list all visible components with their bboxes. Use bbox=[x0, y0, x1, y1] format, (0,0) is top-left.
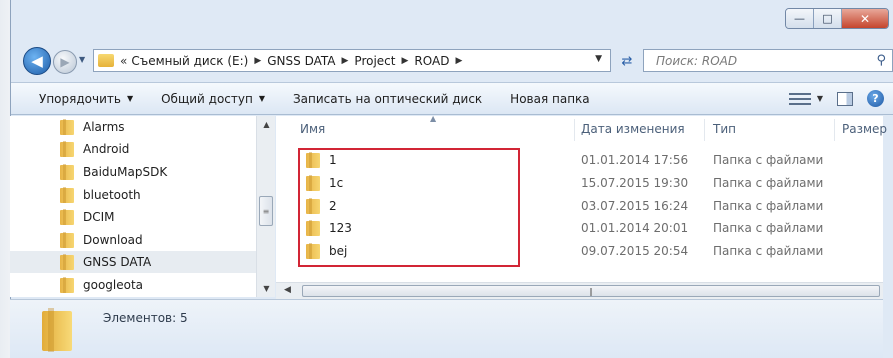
file-type: Папка с файлами bbox=[713, 199, 824, 213]
minimize-button[interactable]: — bbox=[786, 9, 814, 28]
view-details-icon[interactable] bbox=[788, 91, 811, 107]
folder-icon bbox=[60, 277, 74, 293]
scroll-down-icon[interactable]: ▼ bbox=[257, 280, 276, 297]
share-label: Общий доступ bbox=[161, 91, 253, 106]
address-row: ◀ ▶ ▼ « Съемный диск (E:) ▶ GNSS DATA ▶ … bbox=[11, 44, 893, 78]
help-icon[interactable]: ? bbox=[867, 90, 884, 107]
file-type: Папка с файлами bbox=[713, 221, 824, 235]
navigation-pane: Alarms Android BaiduMapSDK bluetooth DCI… bbox=[10, 116, 263, 297]
refresh-icon: ⇄ bbox=[621, 53, 633, 69]
scroll-up-icon[interactable]: ▲ bbox=[257, 116, 276, 133]
maximize-button[interactable]: □ bbox=[814, 9, 842, 28]
chevron-down-icon: ▼ bbox=[258, 94, 265, 103]
nav-item-bluetooth[interactable]: bluetooth bbox=[10, 184, 263, 206]
forward-button[interactable]: ▶ bbox=[53, 50, 77, 74]
column-header-type[interactable]: Тип bbox=[713, 116, 736, 142]
breadcrumb-separator[interactable]: ▶ bbox=[342, 56, 349, 66]
share-menu-button[interactable]: Общий доступ ▼ bbox=[161, 92, 265, 106]
breadcrumb-road[interactable]: ROAD bbox=[414, 54, 449, 68]
arrow-right-icon: ▶ bbox=[60, 55, 70, 69]
search-box[interactable]: ⚲ bbox=[643, 49, 893, 72]
sort-ascending-icon: ▲ bbox=[430, 114, 437, 123]
scroll-left-icon[interactable]: ◀ bbox=[284, 285, 291, 295]
refresh-button[interactable]: ⇄ bbox=[615, 52, 639, 70]
column-separator[interactable] bbox=[704, 119, 705, 141]
nav-pane-scrollbar[interactable]: ▲ ≡ ▼ bbox=[256, 116, 275, 297]
nav-item-label: GNSS DATA bbox=[83, 255, 152, 269]
file-type: Папка с файлами bbox=[713, 244, 824, 258]
nav-item-baidumapsdk[interactable]: BaiduMapSDK bbox=[10, 161, 263, 183]
chevron-down-icon: ▼ bbox=[126, 94, 134, 103]
item-count: Элементов: 5 bbox=[103, 311, 188, 325]
file-date: 03.07.2015 16:24 bbox=[581, 199, 689, 213]
folder-icon bbox=[60, 187, 74, 203]
folder-icon bbox=[60, 232, 74, 248]
nav-item-label: Alarms bbox=[83, 120, 125, 134]
view-controls: ▼ ? bbox=[788, 90, 884, 107]
horizontal-scrollbar[interactable]: ◀ ‖ bbox=[276, 282, 883, 299]
close-button[interactable]: ✕ bbox=[842, 9, 888, 28]
nav-item-label: BaiduMapSDK bbox=[83, 165, 168, 179]
nav-item-android[interactable]: Android bbox=[10, 138, 263, 160]
back-button[interactable]: ◀ bbox=[23, 47, 51, 75]
details-pane: Элементов: 5 bbox=[10, 299, 883, 358]
breadcrumb-overflow[interactable]: « bbox=[120, 54, 127, 68]
folder-icon bbox=[98, 54, 114, 67]
file-date: 15.07.2015 19:30 bbox=[581, 176, 689, 190]
column-separator[interactable] bbox=[574, 119, 575, 141]
search-icon[interactable]: ⚲ bbox=[876, 53, 886, 68]
nav-item-dcim[interactable]: DCIM bbox=[10, 206, 263, 228]
scroll-thumb[interactable]: ≡ bbox=[259, 196, 273, 226]
folder-icon bbox=[60, 209, 74, 225]
organize-menu-button[interactable]: Упорядочить ▼ bbox=[39, 92, 133, 106]
folder-icon bbox=[42, 308, 76, 352]
folder-icon bbox=[60, 119, 74, 135]
arrow-left-icon: ◀ bbox=[31, 52, 43, 70]
folder-icon bbox=[60, 254, 74, 270]
breadcrumb-project[interactable]: Project bbox=[354, 54, 395, 68]
file-date: 09.07.2015 20:54 bbox=[581, 244, 689, 258]
annotation-highlight-box bbox=[298, 148, 520, 267]
recent-pages-dropdown[interactable]: ▼ bbox=[79, 55, 85, 64]
nav-item-alarms[interactable]: Alarms bbox=[10, 116, 263, 138]
burn-disc-button[interactable]: Записать на оптический диск bbox=[293, 92, 482, 106]
breadcrumb-separator[interactable]: ▶ bbox=[401, 56, 408, 66]
nav-item-gnss-data[interactable]: GNSS DATA bbox=[10, 251, 263, 273]
column-header-date[interactable]: Дата изменения bbox=[581, 116, 685, 142]
organize-label: Упорядочить bbox=[39, 91, 121, 106]
file-type: Папка с файлами bbox=[713, 153, 824, 167]
breadcrumb-separator[interactable]: ▶ bbox=[455, 56, 462, 66]
new-folder-button[interactable]: Новая папка bbox=[510, 92, 589, 106]
nav-item-label: DCIM bbox=[83, 210, 115, 224]
column-header-name[interactable]: Имя bbox=[300, 116, 325, 142]
chevron-down-icon[interactable]: ▼ bbox=[817, 94, 823, 103]
file-date: 01.01.2014 17:56 bbox=[581, 153, 689, 167]
breadcrumb-separator[interactable]: ▶ bbox=[254, 56, 261, 66]
column-header-size[interactable]: Размер bbox=[842, 116, 887, 142]
nav-item-googleota[interactable]: googleota bbox=[10, 274, 263, 296]
nav-item-download[interactable]: Download bbox=[10, 229, 263, 251]
column-separator[interactable] bbox=[834, 119, 835, 141]
preview-pane-icon[interactable] bbox=[837, 91, 853, 106]
folder-icon bbox=[60, 141, 74, 157]
search-input[interactable] bbox=[656, 53, 856, 68]
chevron-down-icon[interactable]: ▼ bbox=[595, 54, 602, 64]
nav-item-label: googleota bbox=[83, 278, 144, 292]
command-bar: Упорядочить ▼ Общий доступ ▼ Записать на… bbox=[11, 82, 893, 115]
breadcrumb-gnss-data[interactable]: GNSS DATA bbox=[267, 54, 335, 68]
folder-icon bbox=[60, 164, 74, 180]
address-bar[interactable]: « Съемный диск (E:) ▶ GNSS DATA ▶ Projec… bbox=[93, 49, 611, 72]
scroll-thumb[interactable]: ‖ bbox=[302, 285, 880, 297]
caption-buttons: — □ ✕ bbox=[785, 8, 889, 29]
nav-item-label: Android bbox=[83, 142, 130, 156]
file-date: 01.01.2014 20:01 bbox=[581, 221, 689, 235]
breadcrumb-drive[interactable]: Съемный диск (E:) bbox=[131, 54, 248, 68]
nav-item-label: bluetooth bbox=[83, 188, 141, 202]
nav-item-label: Download bbox=[83, 233, 143, 247]
file-type: Папка с файлами bbox=[713, 176, 824, 190]
